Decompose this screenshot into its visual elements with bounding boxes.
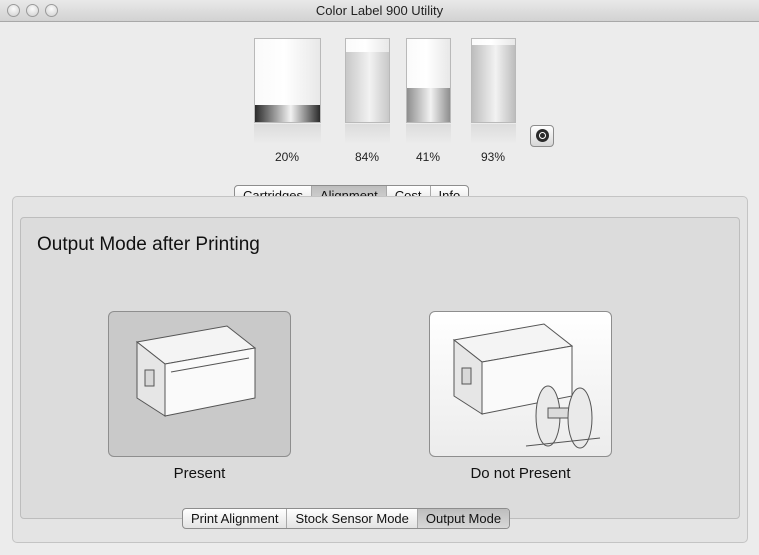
- ink-tank: [254, 38, 321, 123]
- present-option-label: Present: [173, 465, 226, 482]
- do-not-present-option-button[interactable]: [429, 311, 612, 457]
- subtab-stock-sensor-mode[interactable]: Stock Sensor Mode: [287, 509, 418, 528]
- subtab-output-mode[interactable]: Output Mode: [417, 509, 510, 528]
- ink-tank: [471, 38, 516, 123]
- ink-reflection: [345, 124, 390, 144]
- ink-level-fill: [407, 87, 450, 122]
- ink-level-fill: [346, 52, 389, 122]
- alignment-subtabs: Print Alignment Stock Sensor Mode Output…: [182, 508, 511, 529]
- ink-percent-magenta: 41%: [415, 150, 441, 164]
- subtab-print-alignment[interactable]: Print Alignment: [183, 509, 288, 528]
- ink-reflection: [471, 124, 516, 144]
- printer-rewinder-icon: [452, 323, 601, 449]
- ink-level-fill: [255, 105, 320, 122]
- title-bar: Color Label 900 Utility: [0, 0, 759, 22]
- ink-reflection: [254, 124, 321, 144]
- do-not-present-option-label: Do not Present: [470, 465, 571, 482]
- panel-heading: Output Mode after Printing: [37, 234, 260, 255]
- refresh-button[interactable]: [530, 125, 554, 147]
- ink-tank: [406, 38, 451, 123]
- ink-reflection: [406, 124, 451, 144]
- ink-level-fill: [472, 44, 515, 122]
- ink-percent-cyan: 84%: [354, 150, 380, 164]
- refresh-icon: [536, 129, 549, 142]
- present-option-button[interactable]: [108, 311, 291, 457]
- window-title: Color Label 900 Utility: [315, 3, 444, 18]
- ink-percent-black: 20%: [274, 150, 300, 164]
- ink-tank: [345, 38, 390, 123]
- printer-icon: [135, 325, 257, 417]
- ink-percent-yellow: 93%: [480, 150, 506, 164]
